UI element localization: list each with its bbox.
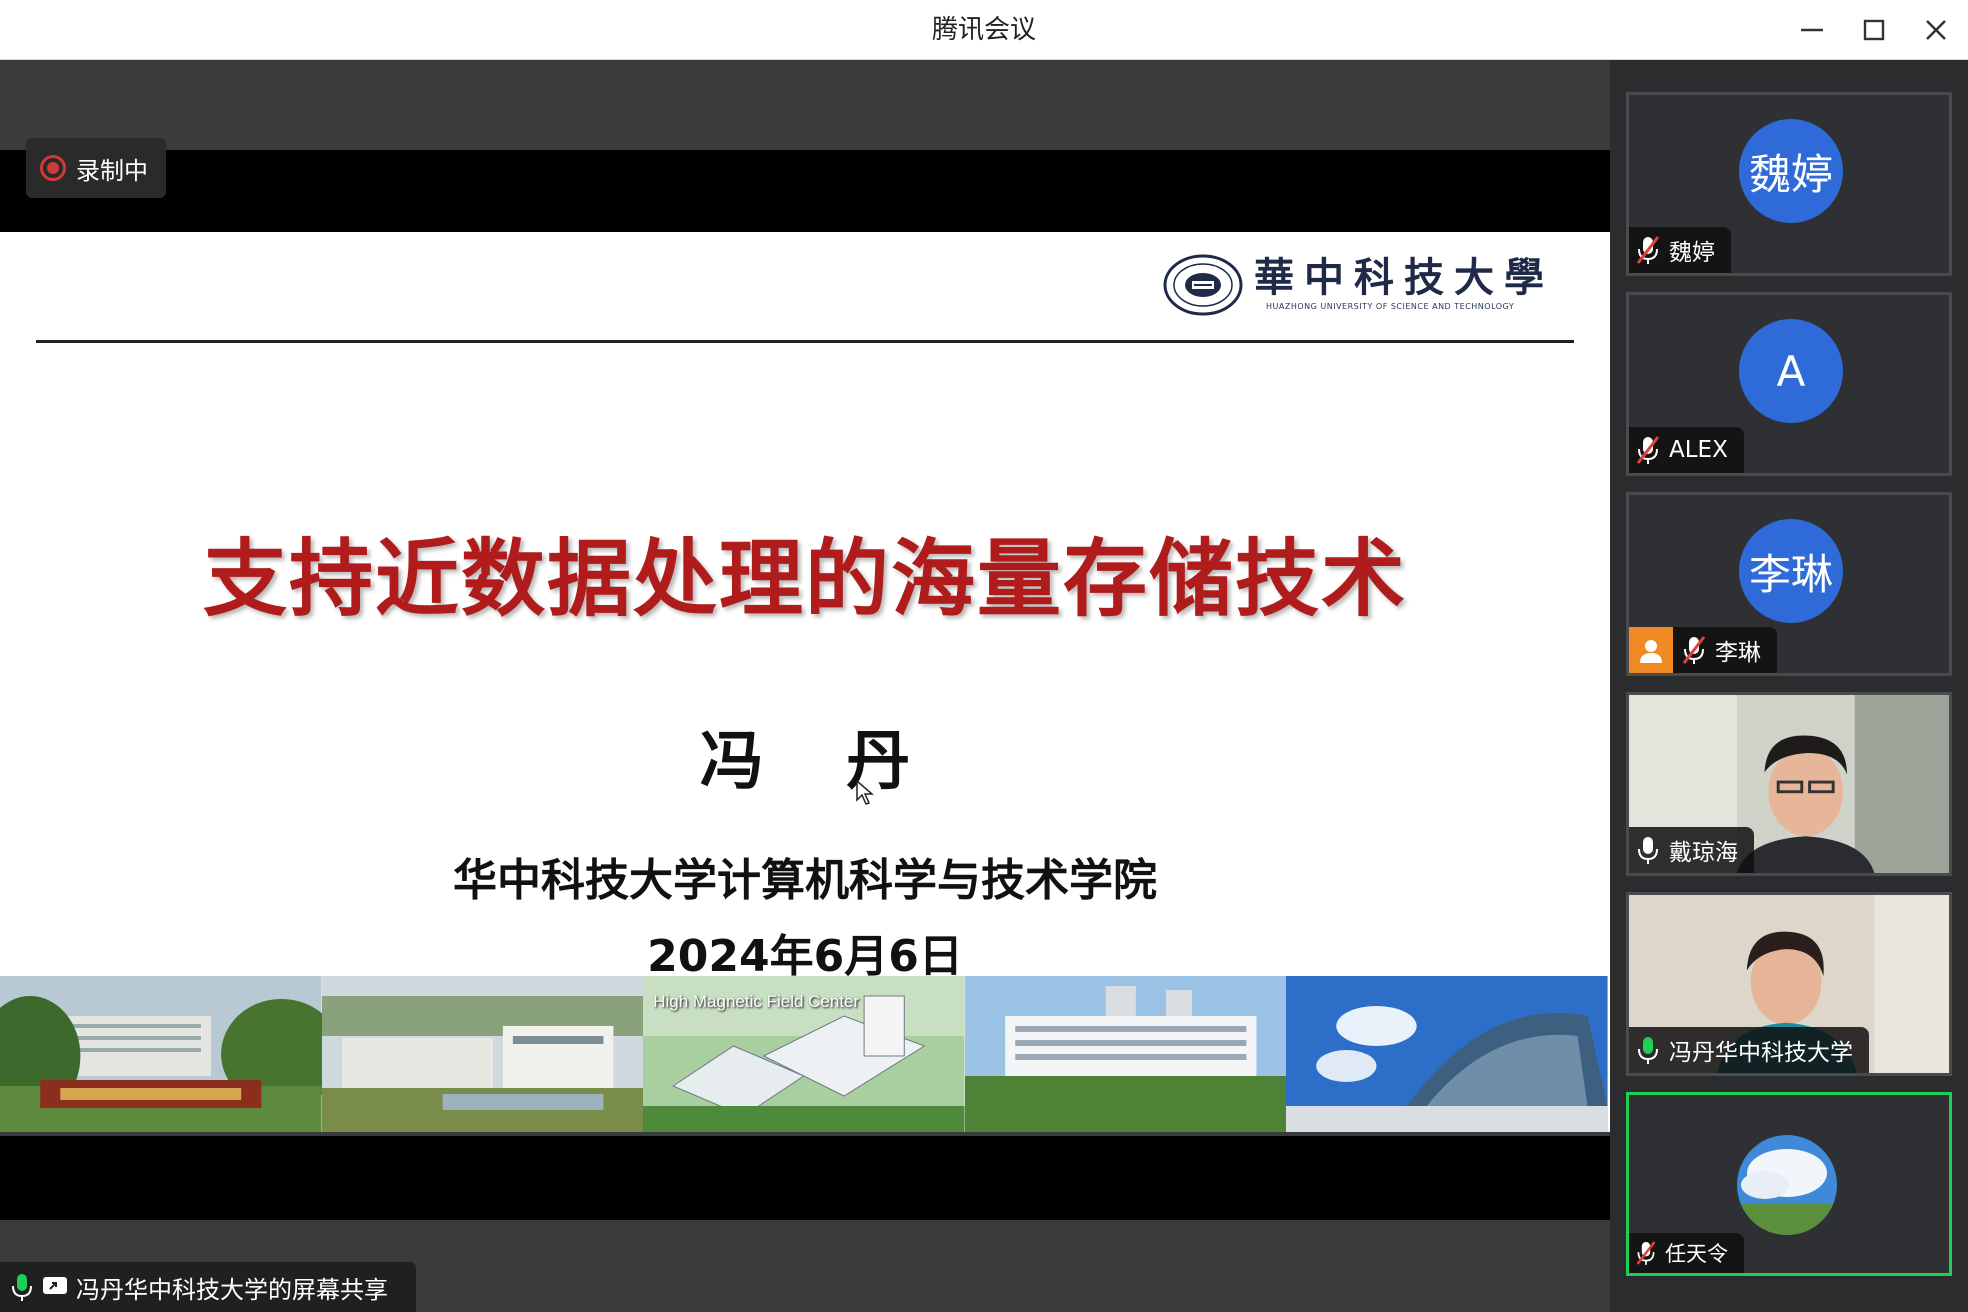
presentation-slide: 華中科技大學 HUAZHONG UNIVERSITY OF SCIENCE AN… — [0, 232, 1610, 1132]
microphone-icon — [1638, 837, 1658, 864]
participant-sidebar: 魏婷 魏婷 A ALEX 李琳 李琳 戴琼海 冯丹华中科技大学 任天令 — [1610, 60, 1968, 1312]
screen-share-icon — [43, 1277, 67, 1294]
mouse-cursor-icon — [856, 780, 874, 805]
mic-muted-icon — [1636, 1241, 1656, 1265]
participant-tile[interactable]: 李琳 李琳 — [1626, 492, 1952, 676]
recording-label: 录制中 — [76, 156, 148, 185]
campus-photo-dome — [1286, 976, 1608, 1132]
screen-share-text: 冯丹华中科技大学的屏幕共享 — [76, 1275, 388, 1304]
avatar: 魏婷 — [1739, 119, 1843, 223]
participant-name: 任天令 — [1665, 1242, 1728, 1266]
university-seal-icon — [1163, 254, 1243, 316]
avatar: A — [1739, 319, 1843, 423]
avatar — [1737, 1135, 1837, 1235]
participant-tile[interactable]: A ALEX — [1626, 292, 1952, 476]
campus-photo-building — [964, 976, 1287, 1132]
participant-tile[interactable]: 任天令 — [1626, 1092, 1952, 1276]
slide-author: 冯 丹 — [699, 725, 941, 799]
campus-photo-labs — [321, 976, 644, 1132]
university-logo: 華中科技大學 HUAZHONG UNIVERSITY OF SCIENCE AN… — [1162, 254, 1554, 316]
avatar: 李琳 — [1739, 519, 1843, 623]
screen-share-label[interactable]: 冯丹华中科技大学的屏幕共享 — [0, 1262, 416, 1312]
participant-nametag: 李琳 — [1629, 627, 1777, 673]
logo-text-en: HUAZHONG UNIVERSITY OF SCIENCE AND TECHN… — [1266, 302, 1515, 311]
participant-nametag: 任天令 — [1629, 1233, 1744, 1273]
photo-caption: High Magnetic Field Center — [653, 992, 860, 1011]
mic-muted-icon — [1636, 436, 1660, 464]
slide-affiliation: 华中科技大学计算机科学与技术学院 — [453, 855, 1157, 906]
campus-photo-magnetic-center: High Magnetic Field Center — [643, 976, 965, 1132]
host-icon — [1629, 627, 1673, 673]
participant-name: 李琳 — [1715, 640, 1761, 666]
participant-name: 魏婷 — [1669, 240, 1715, 266]
microphone-icon — [12, 1274, 32, 1301]
slide-date: 2024年6月6日 — [647, 931, 963, 982]
mic-muted-icon — [1682, 636, 1706, 664]
participant-nametag: 冯丹华中科技大学 — [1629, 1027, 1869, 1073]
participant-nametag: 魏婷 — [1629, 227, 1731, 273]
minimize-icon[interactable] — [1788, 10, 1836, 50]
window-titlebar: 腾讯会议 — [0, 0, 1968, 60]
participant-nametag: 戴琼海 — [1629, 827, 1754, 873]
participant-name: ALEX — [1669, 437, 1728, 463]
recording-indicator[interactable]: 录制中 — [26, 138, 166, 198]
participant-nametag: ALEX — [1629, 427, 1744, 473]
participant-name: 戴琼海 — [1669, 840, 1738, 866]
mic-muted-icon — [1636, 236, 1660, 264]
participant-tile[interactable]: 冯丹华中科技大学 — [1626, 892, 1952, 1076]
record-icon — [40, 155, 66, 181]
campus-photo-gate — [0, 976, 322, 1132]
participant-tile[interactable]: 魏婷 魏婷 — [1626, 92, 1952, 276]
campus-photo-strip: High Magnetic Field Center — [0, 976, 1608, 1132]
slide-header-rule — [36, 340, 1574, 343]
window-title: 腾讯会议 — [931, 15, 1036, 45]
close-icon[interactable] — [1912, 10, 1960, 50]
slide-title: 支持近数据处理的海量存储技术 — [202, 530, 1407, 628]
maximize-icon[interactable] — [1850, 10, 1898, 50]
letterbox-top — [0, 150, 1610, 232]
logo-text-cn: 華中科技大學 — [1254, 254, 1554, 301]
letterbox-bottom — [0, 1136, 1610, 1220]
participant-name: 冯丹华中科技大学 — [1669, 1040, 1853, 1066]
participant-tile[interactable]: 戴琼海 — [1626, 692, 1952, 876]
microphone-icon — [1638, 1037, 1658, 1064]
